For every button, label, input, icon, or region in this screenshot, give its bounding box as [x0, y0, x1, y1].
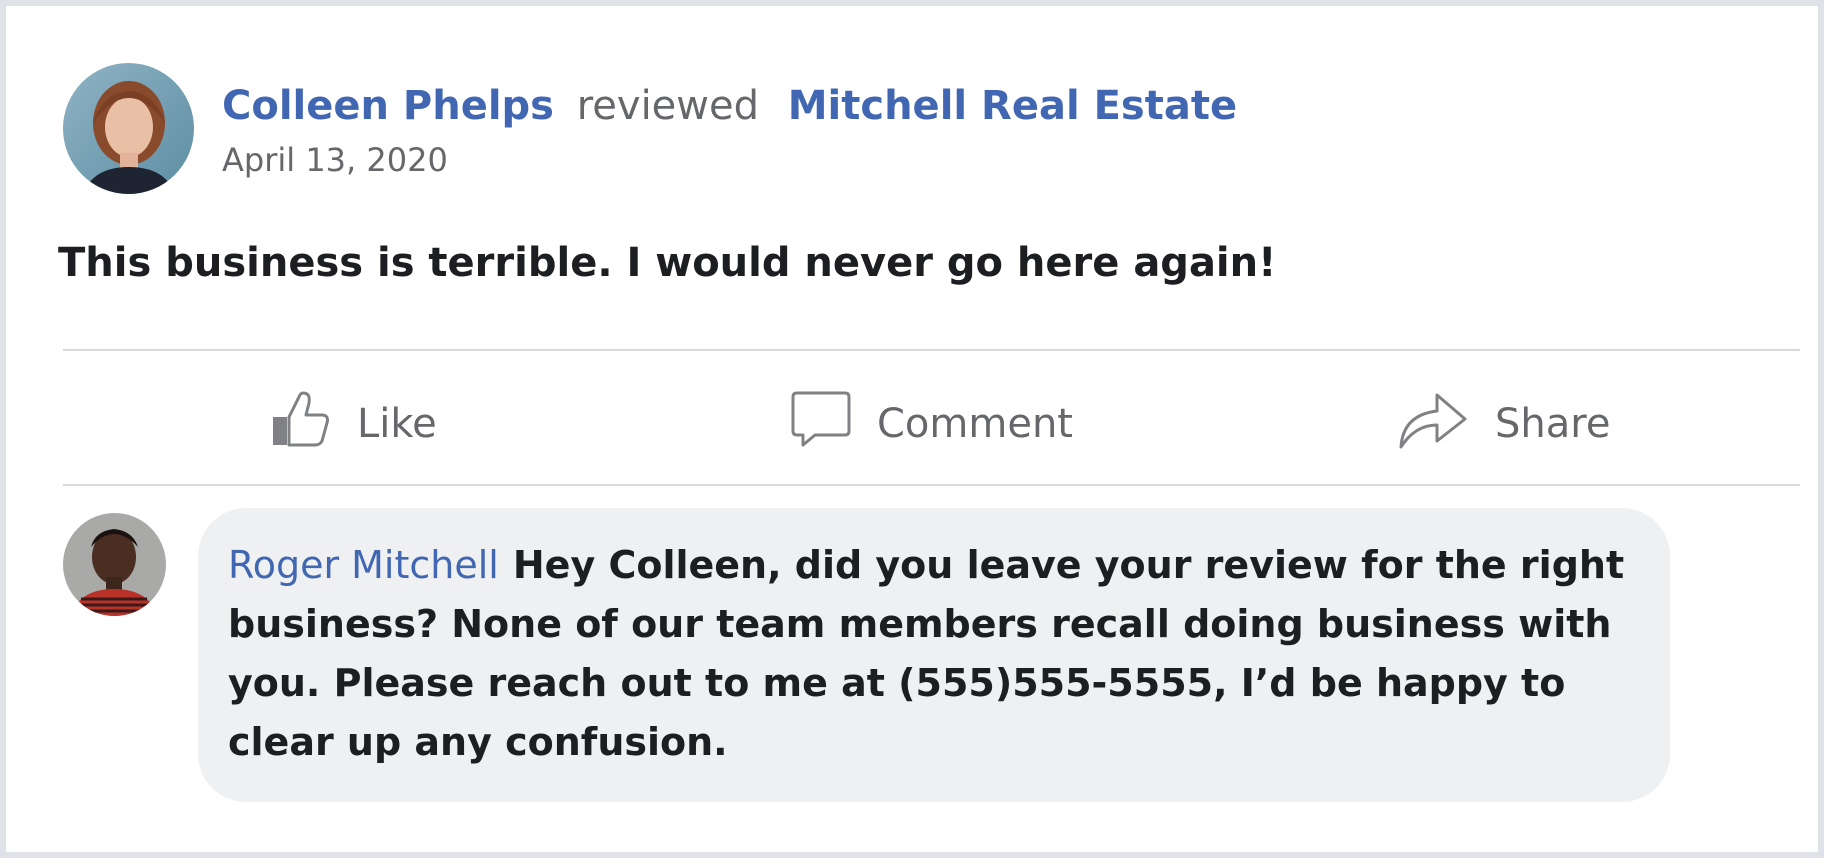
- comment-bubble: Roger Mitchell Hey Colleen, did you leave…: [198, 508, 1670, 802]
- review-date[interactable]: April 13, 2020: [222, 140, 448, 180]
- commenter-avatar[interactable]: [63, 513, 166, 616]
- comment-body: Roger Mitchell Hey Colleen, did you leave…: [228, 536, 1630, 772]
- speech-bubble-icon: [791, 389, 877, 459]
- review-text: This business is terrible. I would never…: [58, 240, 1277, 286]
- reviewed-label: reviewed: [576, 83, 760, 129]
- review-card: Colleen Phelps reviewed Mitchell Real Es…: [6, 6, 1818, 852]
- like-label: Like: [357, 401, 437, 447]
- commenter-name-link[interactable]: Roger Mitchell: [228, 543, 499, 587]
- top-divider: [63, 349, 1800, 351]
- reviewer-name-link[interactable]: Colleen Phelps: [222, 83, 554, 129]
- comment-button[interactable]: Comment: [791, 389, 1073, 459]
- like-button[interactable]: Like: [271, 389, 437, 459]
- review-header: Colleen Phelps reviewed Mitchell Real Es…: [222, 82, 1237, 130]
- thumbs-up-icon: [271, 389, 357, 459]
- comment-label: Comment: [877, 401, 1073, 447]
- business-name-link[interactable]: Mitchell Real Estate: [788, 83, 1237, 129]
- reviewer-avatar[interactable]: [63, 63, 194, 194]
- share-label: Share: [1495, 401, 1611, 447]
- share-button[interactable]: Share: [1397, 392, 1610, 456]
- share-arrow-icon: [1397, 387, 1495, 461]
- bottom-divider: [63, 484, 1800, 486]
- action-bar: Like Comment Share: [63, 358, 1800, 488]
